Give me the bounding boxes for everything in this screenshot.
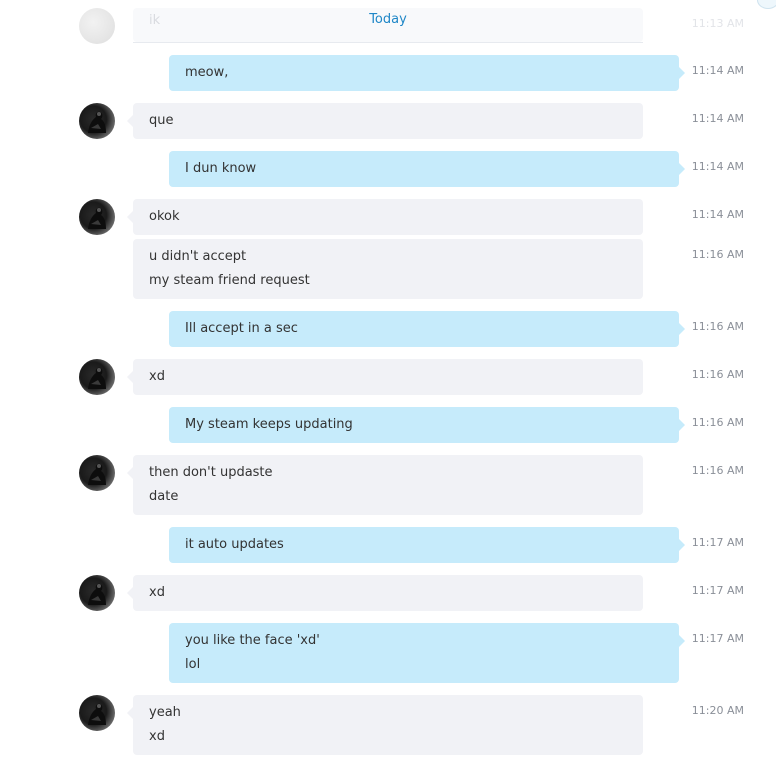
avatar[interactable] xyxy=(79,455,115,491)
message-row: que 11:14 AM xyxy=(0,103,776,139)
message-bubble-incoming[interactable]: xd xyxy=(127,359,643,395)
message-row: u didn't accept my steam friend request 11… xyxy=(0,239,776,299)
message-text: Ill accept in a sec xyxy=(185,321,298,336)
message-text: okok xyxy=(149,209,180,224)
message-bubble-incoming[interactable]: then don't updaste date xyxy=(127,455,643,515)
message-row: meow, 11:14 AM xyxy=(0,55,776,91)
message-text: que xyxy=(149,113,174,128)
message-text: u didn't accept xyxy=(149,249,247,264)
date-divider-label: Today xyxy=(369,12,407,27)
message-bubble-outgoing[interactable]: Ill accept in a sec xyxy=(169,311,685,347)
message-text: meow, xyxy=(185,65,229,80)
message-timestamp: 11:14 AM xyxy=(691,208,744,221)
message-timestamp: 11:16 AM xyxy=(691,416,744,429)
message-bubble-outgoing[interactable]: My steam keeps updating xyxy=(169,407,685,443)
avatar[interactable] xyxy=(79,103,115,139)
message-row: yeah xd 11:20 AM xyxy=(0,695,776,755)
message-text: yeah xyxy=(149,705,181,720)
message-text: I dun know xyxy=(185,161,257,176)
message-text: lol xyxy=(185,657,201,672)
message-row: My steam keeps updating 11:16 AM xyxy=(0,407,776,443)
message-timestamp: 11:17 AM xyxy=(691,584,744,597)
message-row: I dun know 11:14 AM xyxy=(0,151,776,187)
message-timestamp: 11:17 AM xyxy=(691,536,744,549)
message-text: My steam keeps updating xyxy=(185,417,353,432)
message-timestamp: 11:16 AM xyxy=(691,248,744,261)
message-timestamp: 11:14 AM xyxy=(691,64,744,77)
message-row: xd 11:16 AM xyxy=(0,359,776,395)
message-timestamp: 11:16 AM xyxy=(691,368,744,381)
message-bubble-outgoing[interactable]: it auto updates xyxy=(169,527,685,563)
message-timestamp: 11:20 AM xyxy=(691,704,744,717)
message-bubble-outgoing[interactable]: you like the face 'xd' lol xyxy=(169,623,685,683)
avatar[interactable] xyxy=(79,8,115,44)
message-row: okok 11:14 AM xyxy=(0,199,776,235)
message-bubble-incoming[interactable]: okok xyxy=(127,199,643,235)
message-bubble-incoming[interactable]: u didn't accept my steam friend request xyxy=(133,239,643,299)
message-row: you like the face 'xd' lol 11:17 AM xyxy=(0,623,776,683)
message-text: then don't updaste xyxy=(149,465,273,480)
message-bubble-incoming[interactable]: yeah xd xyxy=(127,695,643,755)
message-bubble-outgoing[interactable]: meow, xyxy=(169,55,685,91)
message-bubble-outgoing[interactable]: I dun know xyxy=(169,151,685,187)
message-text: xd xyxy=(149,729,165,744)
message-text: date xyxy=(149,489,179,504)
message-timestamp: 11:16 AM xyxy=(691,464,744,477)
message-row: xd 11:17 AM xyxy=(0,575,776,611)
message-bubble-incoming[interactable]: que xyxy=(127,103,643,139)
message-timestamp: 11:14 AM xyxy=(691,112,744,125)
message-timestamp: 11:17 AM xyxy=(691,632,744,645)
message-text: it auto updates xyxy=(185,537,284,552)
date-divider: Today xyxy=(133,8,643,43)
avatar[interactable] xyxy=(79,359,115,395)
message-text: you like the face 'xd' xyxy=(185,633,320,648)
avatar[interactable] xyxy=(79,575,115,611)
message-bubble-incoming[interactable]: xd xyxy=(127,575,643,611)
message-text: xd xyxy=(149,369,165,384)
message-row: then don't updaste date 11:16 AM xyxy=(0,455,776,515)
avatar[interactable] xyxy=(79,695,115,731)
message-timestamp: 11:14 AM xyxy=(691,160,744,173)
message-timestamp: 11:13 AM xyxy=(691,17,744,30)
chat-history: ik 11:13 AM Today meow, 11:14 AM que 11:14 … xyxy=(0,0,776,767)
message-row: Ill accept in a sec 11:16 AM xyxy=(0,311,776,347)
avatar[interactable] xyxy=(79,199,115,235)
message-text: xd xyxy=(149,585,165,600)
message-text: my steam friend request xyxy=(149,273,310,288)
message-timestamp: 11:16 AM xyxy=(691,320,744,333)
message-row: it auto updates 11:17 AM xyxy=(0,527,776,563)
